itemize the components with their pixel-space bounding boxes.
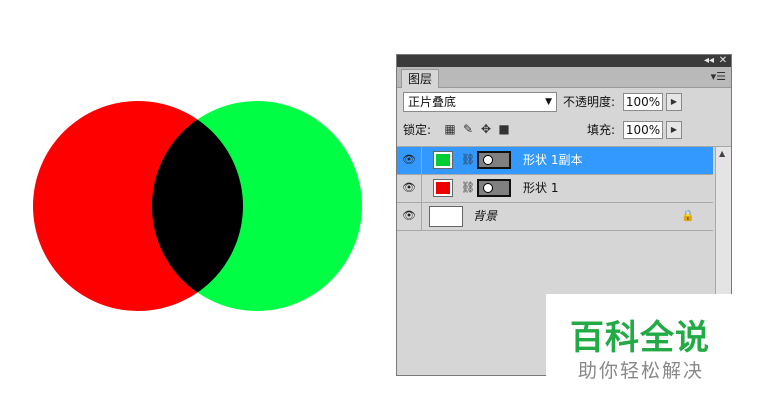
divider	[421, 203, 422, 230]
background-thumbnail[interactable]	[429, 206, 463, 227]
fill-label: 填充:	[587, 123, 616, 137]
opacity-input[interactable]: 100%	[623, 93, 663, 111]
opacity-label: 不透明度:	[563, 95, 616, 109]
blend-mode-select[interactable]: 正片叠底 ▼	[403, 92, 557, 112]
layer-row-background[interactable]: 👁 背景 🔒	[397, 203, 713, 231]
watermark-subtitle: 助你轻松解决	[578, 360, 705, 382]
color-swatch	[436, 182, 450, 194]
link-icon[interactable]: ⛓	[461, 153, 475, 167]
lock-transparent-icon[interactable]: ▦	[443, 122, 457, 136]
canvas-artwork	[33, 101, 362, 311]
layer-color-thumbnail[interactable]	[433, 151, 453, 169]
lock-all-icon[interactable]: ■	[497, 122, 511, 136]
link-icon[interactable]: ⛓	[461, 181, 475, 195]
layers-list: 👁 ⛓ 形状 1副本 👁 ⛓ 形状 1 👁 背景 🔒	[397, 147, 731, 231]
panel-tabs: 图层 ▾☰	[397, 67, 731, 88]
divider	[421, 175, 422, 202]
dropdown-arrow-icon: ▼	[545, 97, 552, 107]
panel-menu-icon[interactable]: ▾☰	[711, 69, 726, 85]
fill-slider-button[interactable]: ▶	[666, 121, 682, 139]
vector-mask-thumbnail[interactable]	[477, 179, 511, 197]
eye-icon[interactable]: 👁	[401, 209, 417, 223]
tab-layers[interactable]: 图层	[401, 69, 440, 88]
collapse-icon[interactable]: ◂◂	[703, 55, 715, 67]
layer-row[interactable]: 👁 ⛓ 形状 1副本	[397, 147, 713, 175]
eye-icon[interactable]: 👁	[401, 181, 417, 195]
blend-mode-value: 正片叠底	[408, 95, 457, 109]
layer-row[interactable]: 👁 ⛓ 形状 1	[397, 175, 713, 203]
opacity-slider-button[interactable]: ▶	[666, 93, 682, 111]
blend-row: 正片叠底 ▼ 不透明度: 100% ▶	[397, 88, 731, 116]
eye-icon[interactable]: 👁	[401, 153, 417, 167]
fill-input[interactable]: 100%	[623, 121, 663, 139]
scroll-up-icon[interactable]: ▲	[719, 149, 725, 158]
lock-row: 锁定: ▦ ✎ ✥ ■ 填充: 100% ▶	[397, 116, 731, 147]
divider	[421, 147, 422, 174]
mask-shape	[483, 155, 493, 165]
layer-color-thumbnail[interactable]	[433, 179, 453, 197]
layer-name[interactable]: 形状 1	[523, 175, 558, 202]
mask-shape	[483, 183, 493, 193]
panel-titlebar: ◂◂ ✕	[397, 55, 731, 67]
color-swatch	[436, 154, 450, 166]
lock-label: 锁定:	[403, 123, 432, 137]
layer-name[interactable]: 背景	[473, 203, 497, 230]
lock-image-brush-icon[interactable]: ✎	[461, 122, 475, 136]
watermark-title: 百科全说	[570, 318, 710, 358]
vector-mask-thumbnail[interactable]	[477, 151, 511, 169]
lock-position-move-icon[interactable]: ✥	[479, 122, 493, 136]
close-icon[interactable]: ✕	[717, 55, 729, 67]
layer-name[interactable]: 形状 1副本	[523, 147, 582, 174]
watermark: 百科全说 助你轻松解决	[546, 294, 762, 411]
lock-icon: 🔒	[681, 209, 695, 222]
